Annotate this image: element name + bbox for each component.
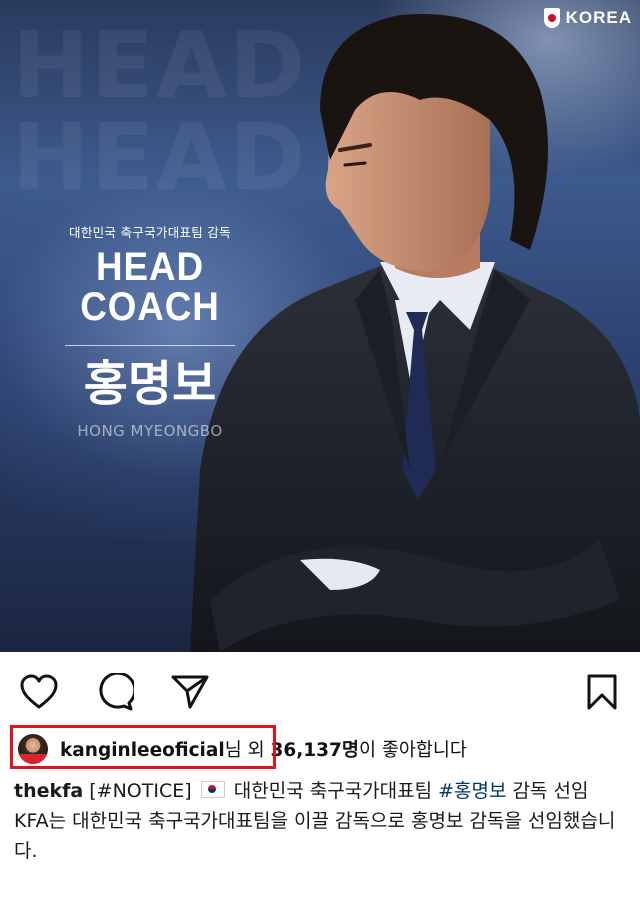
post-action-bar bbox=[0, 668, 640, 716]
share-button[interactable] bbox=[166, 668, 214, 716]
divider bbox=[65, 345, 235, 346]
avatar[interactable] bbox=[18, 734, 48, 764]
liker-username[interactable]: kanginleeoficial bbox=[60, 740, 225, 761]
heart-icon bbox=[20, 674, 58, 709]
post-caption: thekfa [#NOTICE] 대한민국 축구국가대표팀 #홍명보 감독 선임… bbox=[14, 776, 626, 866]
coach-name-english: HONG MYEONGBO bbox=[77, 422, 223, 440]
comment-button[interactable] bbox=[91, 668, 139, 716]
image-subtitle: 대한민국 축구국가대표팀 감독 bbox=[69, 225, 231, 240]
save-button[interactable] bbox=[578, 668, 626, 716]
post-image[interactable]: HEAD HEAD KOREA 대한민국 축구국가대표팀 감독 HEAD COA… bbox=[0, 0, 640, 652]
comment-icon bbox=[99, 673, 134, 711]
caption-line1-end: 감독 선임 bbox=[506, 780, 589, 802]
bookmark-icon bbox=[587, 674, 617, 710]
hashtag-link[interactable]: #홍명보 bbox=[438, 780, 506, 802]
caption-line1: 대한민국 축구국가대표팀 bbox=[227, 780, 439, 802]
likes-connector: 외 bbox=[241, 740, 271, 761]
send-icon bbox=[171, 675, 209, 709]
caption-body: KFA는 대한민국 축구국가대표팀을 이끌 감독으로 홍명보 감독을 선임했습니… bbox=[14, 810, 616, 862]
likes-honorific: 님 bbox=[224, 740, 242, 761]
image-headline: HEAD COACH bbox=[80, 245, 220, 329]
like-button[interactable] bbox=[15, 668, 63, 716]
coach-name-korean: 홍명보 bbox=[83, 356, 217, 412]
likes-count[interactable]: 36,137명 bbox=[271, 740, 359, 761]
likes-text: kanginleeoficial님 외 36,137명이 좋아합니다 bbox=[60, 736, 467, 762]
korea-flag-icon bbox=[200, 781, 225, 798]
notice-tag: [#NOTICE] bbox=[89, 780, 192, 802]
title-block: 대한민국 축구국가대표팀 감독 HEAD COACH 홍명보 HONG MYEO… bbox=[30, 222, 270, 440]
likes-row: kanginleeoficial님 외 36,137명이 좋아합니다 bbox=[10, 725, 467, 769]
likes-suffix: 이 좋아합니다 bbox=[358, 740, 467, 761]
author-handle[interactable]: thekfa bbox=[14, 780, 83, 802]
